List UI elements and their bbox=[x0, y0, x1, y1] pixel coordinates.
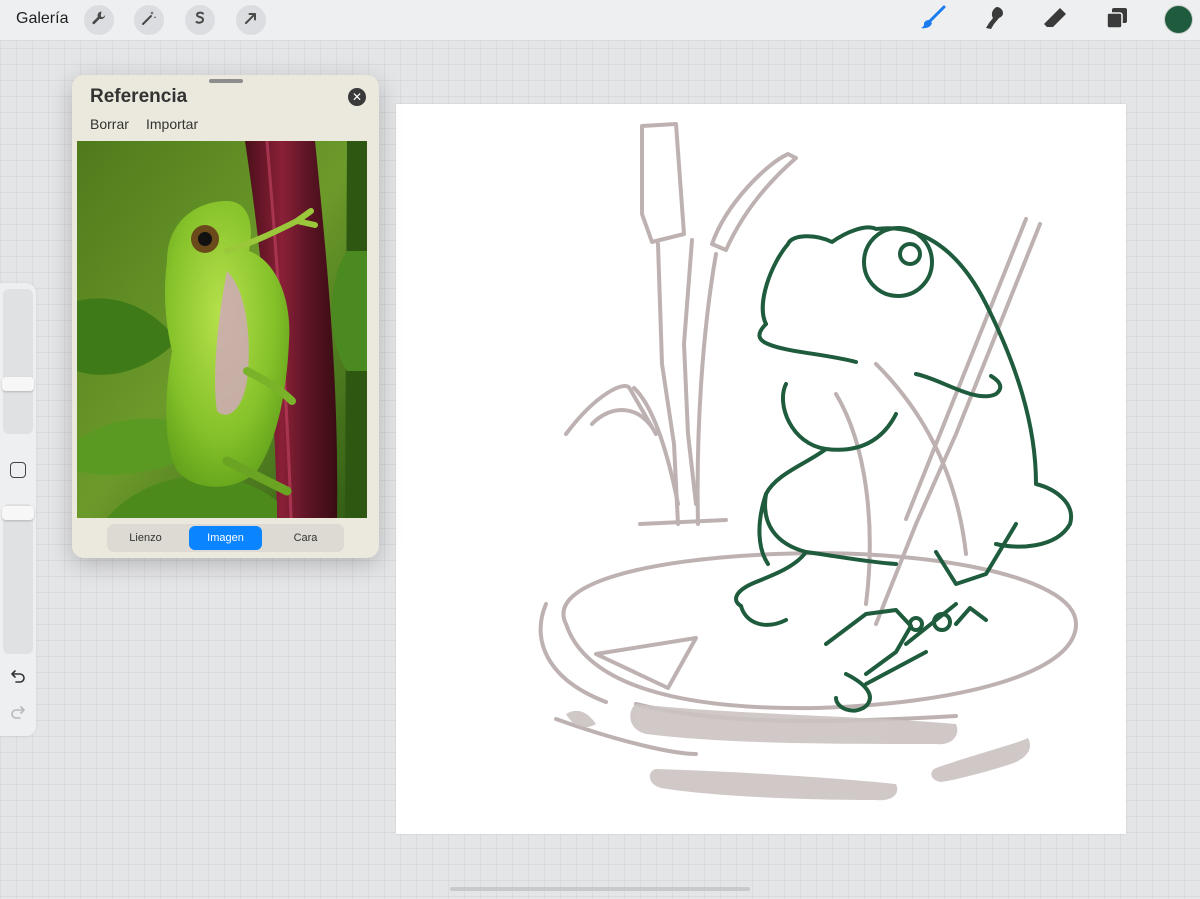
modify-button[interactable] bbox=[10, 462, 26, 478]
brush-size-slider-thumb[interactable] bbox=[2, 377, 34, 391]
selection-icon bbox=[192, 10, 208, 31]
brush-tool-button[interactable] bbox=[919, 5, 947, 36]
home-indicator bbox=[450, 887, 750, 891]
brush-icon bbox=[920, 5, 946, 36]
layers-icon bbox=[1104, 5, 1130, 36]
actions-button[interactable] bbox=[84, 5, 114, 35]
drawing-canvas[interactable] bbox=[396, 104, 1126, 834]
opacity-slider[interactable] bbox=[2, 504, 34, 654]
redo-icon bbox=[10, 705, 26, 724]
wrench-icon bbox=[91, 10, 107, 31]
smudge-tool-button[interactable] bbox=[980, 6, 1008, 34]
eraser-icon bbox=[1042, 5, 1068, 36]
brush-size-slider[interactable] bbox=[2, 289, 34, 434]
undo-icon bbox=[10, 669, 26, 688]
panel-drag-handle[interactable] bbox=[209, 79, 243, 83]
redo-button[interactable] bbox=[8, 705, 28, 723]
layers-button[interactable] bbox=[1103, 6, 1131, 34]
close-icon: ✕ bbox=[351, 90, 363, 104]
magic-wand-icon bbox=[141, 10, 157, 31]
smudge-icon bbox=[981, 5, 1007, 36]
reference-panel: Referencia ✕ Borrar Importar Lienzo Imag… bbox=[72, 75, 379, 558]
reference-image bbox=[77, 141, 367, 518]
frog-sketch-artwork bbox=[538, 122, 1078, 801]
import-button[interactable]: Importar bbox=[146, 116, 198, 132]
undo-button[interactable] bbox=[8, 669, 28, 687]
clear-button[interactable]: Borrar bbox=[90, 116, 129, 132]
opacity-slider-thumb[interactable] bbox=[2, 506, 34, 520]
transform-arrow-icon bbox=[243, 10, 259, 31]
tab-face[interactable]: Cara bbox=[269, 526, 342, 550]
tab-image[interactable]: Imagen bbox=[189, 526, 262, 550]
tab-canvas[interactable]: Lienzo bbox=[109, 526, 182, 550]
close-button[interactable]: ✕ bbox=[348, 88, 366, 106]
gallery-button[interactable]: Galería bbox=[16, 10, 68, 28]
left-sidebar bbox=[0, 283, 36, 736]
selection-button[interactable] bbox=[185, 5, 215, 35]
reference-mode-tabs: Lienzo Imagen Cara bbox=[107, 524, 344, 552]
color-picker-button[interactable] bbox=[1165, 6, 1192, 33]
transform-button[interactable] bbox=[236, 5, 266, 35]
adjustments-button[interactable] bbox=[134, 5, 164, 35]
top-toolbar: Galería bbox=[0, 0, 1200, 41]
reference-title: Referencia bbox=[90, 86, 188, 107]
eraser-tool-button[interactable] bbox=[1041, 6, 1069, 34]
